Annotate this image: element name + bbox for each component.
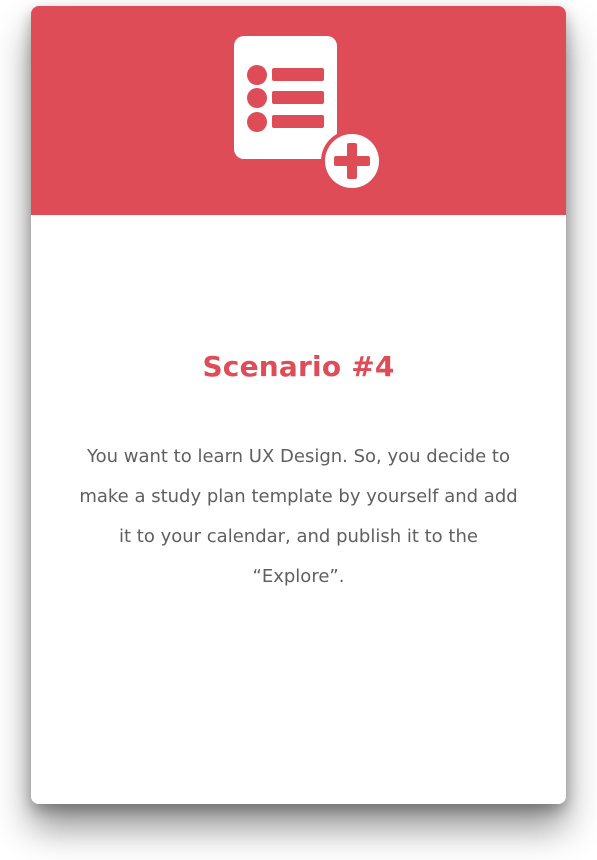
study-plan-add-icon — [229, 32, 389, 192]
card-header — [31, 6, 566, 215]
scenario-description: You want to learn UX Design. So, you dec… — [79, 446, 518, 587]
scenario-card: Scenario #4 You want to learn UX Design.… — [31, 6, 566, 804]
scenario-title: Scenario #4 — [202, 350, 395, 383]
card-body: Scenario #4 You want to learn UX Design.… — [31, 215, 566, 804]
